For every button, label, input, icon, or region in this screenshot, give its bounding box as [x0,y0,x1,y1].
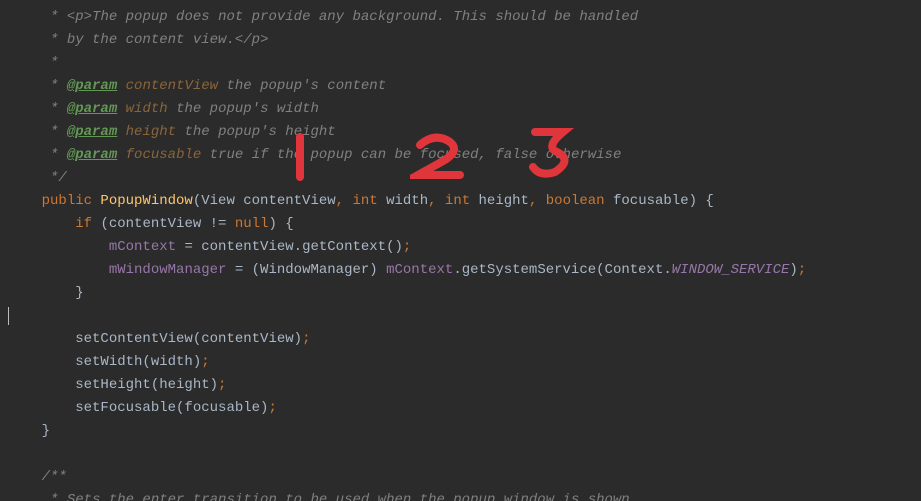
token-comment: The popup does not provide any backgroun… [92,9,638,25]
token-field: mContext [386,262,453,278]
token-field: mWindowManager [109,262,227,278]
token-doc-param: height [126,124,176,140]
token-call: setContentView(contentView) [75,331,302,347]
token-comment: * [50,78,67,94]
token-paren: } [75,285,83,301]
code-line[interactable]: * @param contentView the popup's content [8,75,806,98]
token-paren: width [386,193,428,209]
token-comment [117,147,125,163]
code-area[interactable]: * <p>The popup does not provide any back… [8,0,806,501]
code-line[interactable]: } [8,282,806,305]
token-keyword: if [75,216,100,232]
token-doc-tag: @param [67,124,117,140]
token-paren: ) { [268,216,293,232]
code-line[interactable]: * @param focusable true if the popup can… [8,144,806,167]
token-comment: the popup's height [176,124,336,140]
token-comment: * by the content view. [50,32,235,48]
token-comment: the popup's width [168,101,319,117]
token-doc-tag: @param [67,101,117,117]
code-line[interactable]: * Sets the enter transition to be used w… [8,489,806,501]
token-tag: </p> [235,32,269,48]
token-paren: height [479,193,529,209]
token-keyword: int [445,193,479,209]
token-tag: <p> [67,9,92,25]
code-line[interactable] [8,305,806,328]
token-call: setWidth(width) [75,354,201,370]
token-paren: (View contentView [193,193,336,209]
token-doc-param: focusable [126,147,202,163]
code-line[interactable]: setWidth(width); [8,351,806,374]
token-semi: ; [403,239,411,255]
token-doc-tag: @param [67,78,117,94]
token-comment: * [50,124,67,140]
token-comment: /** [42,469,67,485]
token-comma: , [428,193,445,209]
token-op: = (WindowManager) [226,262,386,278]
token-static-field: WINDOW_SERVICE [672,262,790,278]
token-comment: * [50,147,67,163]
token-comma: , [529,193,546,209]
token-comment: */ [50,170,67,186]
code-line[interactable]: * [8,52,806,75]
token-doc-param: contentView [126,78,218,94]
code-line[interactable]: public PopupWindow(View contentView, int… [8,190,806,213]
token-comma: , [336,193,353,209]
token-call: setFocusable(focusable) [75,400,268,416]
token-op: = contentView.getContext() [176,239,403,255]
token-paren: focusable) { [613,193,714,209]
code-editor[interactable]: * <p>The popup does not provide any back… [0,0,921,501]
token-op: (Context. [596,262,672,278]
code-line[interactable]: mContext = contentView.getContext(); [8,236,806,259]
code-line[interactable]: * @param width the popup's width [8,98,806,121]
token-comment [117,78,125,94]
token-call: getSystemService [462,262,596,278]
token-op: ) [789,262,797,278]
token-field: mContext [109,239,176,255]
token-paren: (contentView != [100,216,234,232]
code-line[interactable]: * @param height the popup's height [8,121,806,144]
code-line[interactable]: setFocusable(focusable); [8,397,806,420]
code-line[interactable]: } [8,420,806,443]
token-comment: * [50,55,58,71]
gutter [0,0,8,501]
code-line[interactable]: * <p>The popup does not provide any back… [8,6,806,29]
token-semi: ; [302,331,310,347]
token-semi: ; [798,262,806,278]
code-line[interactable]: */ [8,167,806,190]
code-line[interactable]: setContentView(contentView); [8,328,806,351]
token-comment [117,101,125,117]
code-line[interactable]: * by the content view.</p> [8,29,806,52]
token-call: setHeight(height) [75,377,218,393]
code-line[interactable]: mWindowManager = (WindowManager) mContex… [8,259,806,282]
token-comment: * [50,9,67,25]
token-paren: } [42,423,50,439]
token-semi: ; [201,354,209,370]
token-comment: * Sets the enter transition to be used w… [50,492,638,501]
token-keyword: public [42,193,101,209]
token-comment [117,124,125,140]
token-comment: * [50,101,67,117]
token-comment: the popup's content [218,78,386,94]
token-keyword: int [352,193,386,209]
token-semi: ; [268,400,276,416]
token-op: . [453,262,461,278]
token-method-decl: PopupWindow [100,193,192,209]
token-doc-param: width [126,101,168,117]
code-line[interactable]: if (contentView != null) { [8,213,806,236]
token-keyword: null [235,216,269,232]
code-line[interactable] [8,443,806,466]
token-semi: ; [218,377,226,393]
code-line[interactable]: setHeight(height); [8,374,806,397]
token-comment: true if the popup can be focused, false … [201,147,621,163]
code-line[interactable]: /** [8,466,806,489]
token-doc-tag: @param [67,147,117,163]
token-keyword: boolean [546,193,613,209]
